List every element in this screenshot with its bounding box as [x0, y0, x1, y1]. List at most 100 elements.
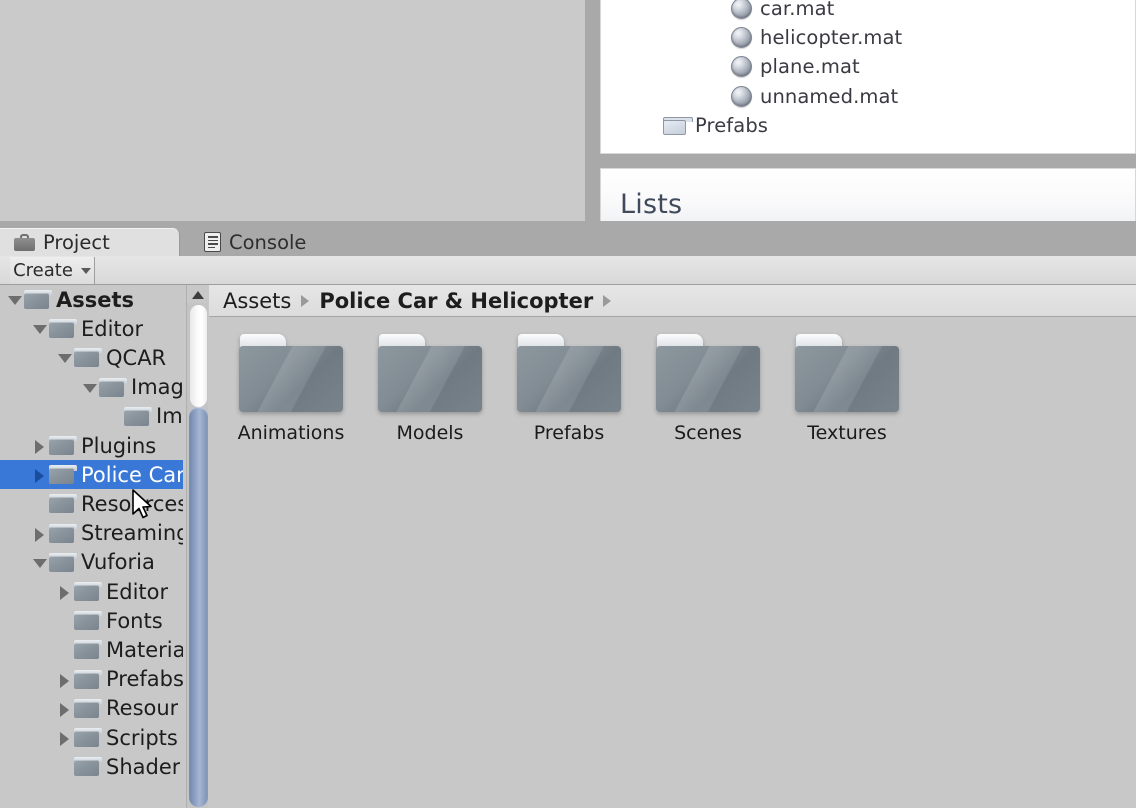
folder-icon: [517, 334, 621, 412]
tree-item-label: Police Car: [81, 462, 183, 487]
breadcrumb: Assets Police Car & Helicopter: [209, 285, 1136, 317]
folder-icon: [74, 611, 102, 631]
triangle-down-icon[interactable]: [81, 373, 99, 402]
triangle-right-icon[interactable]: [31, 519, 49, 548]
asset-grid-item-label: Models: [396, 422, 464, 444]
tree-item-shader[interactable]: Shader: [0, 752, 183, 781]
tree-item-label: Assets: [56, 287, 135, 312]
triangle-right-icon[interactable]: [56, 577, 74, 606]
tree-item-label: Shader: [106, 754, 181, 779]
tree-item-label: Imag: [131, 375, 183, 400]
asset-label: helicopter.mat: [760, 26, 903, 49]
tree-item-prefabs[interactable]: Prefabs: [0, 665, 183, 694]
breadcrumb-item-current[interactable]: Police Car & Helicopter: [319, 289, 593, 313]
inspector-panel: car.mat helicopter.mat plane.mat unnamed…: [600, 0, 1136, 221]
asset-list-item[interactable]: car.mat: [731, 0, 834, 23]
tree-item-qcar[interactable]: QCAR: [0, 343, 183, 372]
asset-grid-item[interactable]: Scenes: [643, 334, 773, 444]
asset-label: Prefabs: [695, 114, 769, 137]
folder-icon: [49, 465, 77, 485]
material-sphere-icon: [731, 56, 752, 77]
tree-item-resources[interactable]: Resources: [0, 489, 183, 518]
asset-grid-item[interactable]: Models: [365, 334, 495, 444]
triangle-down-icon[interactable]: [31, 548, 49, 577]
material-sphere-icon: [731, 0, 752, 19]
tab-console[interactable]: Console: [190, 228, 320, 256]
tree-item-label: Resources: [81, 491, 183, 516]
triangle-right-icon[interactable]: [56, 723, 74, 752]
folder-icon: [74, 757, 102, 777]
tab-project[interactable]: Project: [0, 228, 180, 256]
scroll-up-arrow-icon[interactable]: [187, 285, 209, 303]
project-window: Project Console Create Assets Editor QCAR I…: [0, 228, 1136, 808]
tree-item-editor[interactable]: Editor: [0, 314, 183, 343]
tree-item-im[interactable]: Im: [0, 402, 183, 431]
asset-grid-item[interactable]: Textures: [782, 334, 912, 444]
tree-item-assets[interactable]: Assets: [0, 285, 183, 314]
tree-item-label: Fonts: [106, 608, 163, 633]
tree-item-editor[interactable]: Editor: [0, 577, 183, 606]
tree-item-label: Resour: [106, 696, 179, 721]
tree-item-imag[interactable]: Imag: [0, 373, 183, 402]
folder-icon: [49, 494, 77, 514]
panel-divider-vertical[interactable]: [586, 0, 600, 221]
asset-list-item[interactable]: Prefabs: [663, 111, 768, 140]
project-toolbar: Create: [0, 256, 1136, 285]
tree-item-label: Vuforia: [81, 550, 155, 575]
asset-label: car.mat: [760, 0, 835, 20]
window-separator-band: [0, 221, 1136, 228]
asset-grid-item-label: Textures: [807, 422, 887, 444]
tree-item-plugins[interactable]: Plugins: [0, 431, 183, 460]
tree-item-scripts[interactable]: Scripts: [0, 723, 183, 752]
triangle-down-icon[interactable]: [6, 285, 24, 314]
scrollbar-thumb[interactable]: [189, 407, 208, 807]
project-icon: [14, 233, 35, 251]
tree-item-label: Editor: [81, 316, 144, 341]
breadcrumb-item-assets[interactable]: Assets: [223, 289, 291, 313]
triangle-right-icon[interactable]: [31, 460, 49, 489]
tree-item-resour[interactable]: Resour: [0, 694, 183, 723]
folder-icon: [74, 728, 102, 747]
tree-item-vuforia[interactable]: Vuforia: [0, 548, 183, 577]
tree-item-label: Plugins: [81, 433, 157, 458]
triangle-right-icon[interactable]: [56, 694, 74, 723]
tree-item-police-car[interactable]: Police Car: [0, 460, 183, 490]
tree-item-streaming[interactable]: Streaming: [0, 519, 183, 548]
asset-grid-item[interactable]: Prefabs: [504, 334, 634, 444]
tree-item-materia[interactable]: Materia: [0, 635, 183, 664]
folder-icon: [49, 436, 77, 455]
create-button[interactable]: Create: [10, 257, 95, 284]
triangle-right-icon[interactable]: [31, 431, 49, 460]
scrollbar-track[interactable]: [190, 305, 207, 407]
lists-section-card: Lists: [600, 168, 1136, 221]
top-left-viewport-panel: [0, 0, 586, 221]
tree-item-fonts[interactable]: Fonts: [0, 606, 183, 635]
asset-list-item[interactable]: helicopter.mat: [731, 23, 902, 52]
triangle-down-icon[interactable]: [56, 343, 74, 372]
tree-vertical-scrollbar[interactable]: [186, 285, 209, 808]
triangle-down-icon[interactable]: [31, 314, 49, 343]
asset-grid: Animations Models Prefabs Scenes Textures: [209, 317, 1136, 808]
screen-root: car.mat helicopter.mat plane.mat unnamed…: [0, 0, 1136, 808]
asset-label: plane.mat: [760, 55, 860, 78]
asset-list-item[interactable]: plane.mat: [731, 52, 860, 81]
triangle-right-icon[interactable]: [56, 665, 74, 694]
asset-grid-item[interactable]: Animations: [226, 334, 356, 444]
project-folder-tree[interactable]: Assets Editor QCAR Imag Im Plugins Police Car R…: [0, 285, 183, 808]
asset-list-item[interactable]: unnamed.mat: [731, 82, 898, 111]
folder-icon: [49, 552, 77, 572]
